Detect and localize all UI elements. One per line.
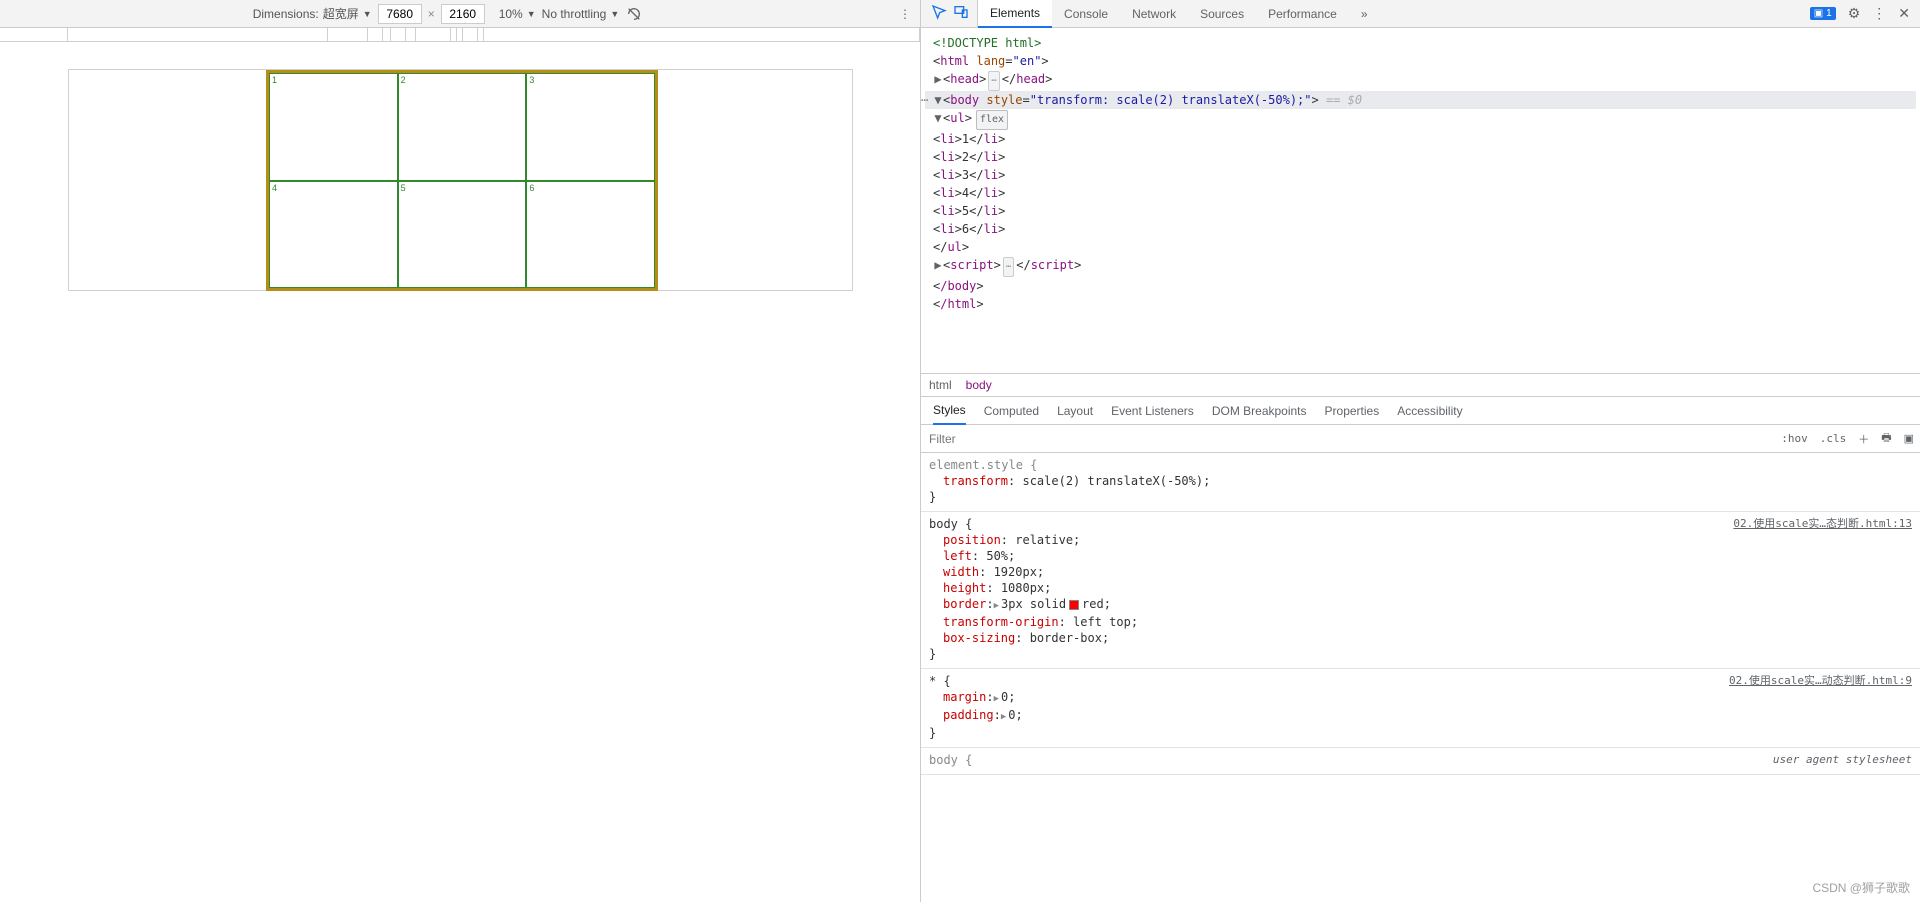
tab-dom-breakpoints[interactable]: DOM Breakpoints (1212, 398, 1307, 424)
expand-shorthand-icon[interactable]: ▶ (1001, 709, 1006, 725)
zoom-select[interactable]: 10% ▼ (499, 7, 536, 21)
issues-count: 1 (1826, 8, 1832, 19)
grid-cell: 5 (398, 181, 527, 289)
chevron-down-icon: ▼ (527, 9, 536, 19)
ruler (0, 28, 920, 42)
device-toolbar-menu-icon[interactable]: ⋮ (896, 5, 914, 23)
crumb-html[interactable]: html (929, 378, 952, 392)
toggle-print-icon[interactable]: 🖶 (1875, 429, 1897, 448)
tab-elements[interactable]: Elements (978, 0, 1052, 28)
grid-cell: 1 (269, 73, 398, 181)
styles-tabbar: Styles Computed Layout Event Listeners D… (921, 397, 1920, 425)
grid-cell: 2 (398, 73, 527, 181)
tab-event-listeners[interactable]: Event Listeners (1111, 398, 1194, 424)
grid-ul: 1 2 3 4 5 6 (269, 73, 655, 288)
device-preview-pane: Dimensions: 超宽屏 ▼ × 10% ▼ No throttling … (0, 0, 921, 902)
tab-performance[interactable]: Performance (1256, 1, 1349, 27)
inspect-icon[interactable] (931, 4, 947, 23)
styles-rules[interactable]: element.style { transform: scale(2) tran… (921, 453, 1920, 902)
issues-badge[interactable]: ▣1 (1810, 7, 1836, 20)
selected-body-node[interactable]: ▼<body style="transform: scale(2) transl… (925, 91, 1916, 109)
rule-body[interactable]: 02.使用scale实…态判断.html:13 body { position:… (921, 512, 1920, 669)
rotate-icon[interactable] (625, 5, 643, 23)
chevron-down-icon: ▼ (610, 9, 619, 19)
chat-icon: ▣ (1814, 8, 1823, 19)
grid-cell: 6 (526, 181, 655, 289)
grid-cell: 3 (526, 73, 655, 181)
caret-icon[interactable]: ▶ (933, 70, 943, 88)
doctype: <!DOCTYPE html> (933, 36, 1041, 50)
devtools-tabbar: Elements Console Network Sources Perform… (921, 0, 1920, 28)
hov-toggle[interactable]: :hov (1775, 432, 1814, 445)
dimensions-label: Dimensions: (253, 7, 319, 21)
device-name: 超宽屏 (323, 5, 359, 22)
tab-styles[interactable]: Styles (933, 397, 966, 425)
device-toggle-icon[interactable] (953, 4, 969, 23)
close-icon[interactable]: ✕ (1898, 5, 1910, 22)
page-body-frame: 1 2 3 4 5 6 (68, 69, 853, 291)
kebab-menu-icon[interactable]: ⋮ (1872, 5, 1886, 22)
rule-source-link[interactable]: 02.使用scale实…态判断.html:13 (1733, 516, 1912, 532)
grid-cell: 4 (269, 181, 398, 289)
devtools-pane: Elements Console Network Sources Perform… (921, 0, 1920, 902)
device-width-input[interactable] (378, 4, 422, 24)
tab-computed[interactable]: Computed (984, 398, 1039, 424)
new-rule-icon[interactable]: ＋ (1852, 431, 1875, 447)
flex-badge[interactable]: flex (976, 110, 1008, 130)
gear-icon[interactable]: ⚙ (1848, 5, 1861, 22)
rule-star[interactable]: 02.使用scale实…动态判断.html:9 * { margin:▶0; p… (921, 669, 1920, 748)
dom-tree[interactable]: <!DOCTYPE html> <html lang="en"> ▶<head>… (921, 28, 1920, 373)
chevron-down-icon: ▼ (363, 9, 372, 19)
zoom-value: 10% (499, 7, 523, 21)
caret-icon[interactable]: ▶ (933, 256, 943, 274)
tab-properties[interactable]: Properties (1325, 398, 1380, 424)
expand-shorthand-icon[interactable]: ▶ (994, 598, 999, 614)
rule-source-ua: user agent stylesheet (1773, 752, 1912, 768)
page-grid: 1 2 3 4 5 6 (266, 70, 658, 291)
tab-layout[interactable]: Layout (1057, 398, 1093, 424)
breadcrumb: html body (921, 373, 1920, 397)
toggle-panel-icon[interactable]: ▣ (1898, 432, 1920, 445)
tab-accessibility[interactable]: Accessibility (1397, 398, 1462, 424)
device-select[interactable]: Dimensions: 超宽屏 ▼ (253, 5, 372, 22)
tab-sources[interactable]: Sources (1188, 1, 1256, 27)
crumb-body[interactable]: body (966, 378, 992, 392)
tab-network[interactable]: Network (1120, 1, 1188, 27)
device-height-input[interactable] (441, 4, 485, 24)
rule-ua-body[interactable]: user agent stylesheet body { (921, 748, 1920, 775)
elements-panel: <!DOCTYPE html> <html lang="en"> ▶<head>… (921, 28, 1920, 902)
throttle-value: No throttling (542, 7, 607, 21)
styles-filter-input[interactable] (921, 428, 1775, 450)
expand-shorthand-icon[interactable]: ▶ (994, 691, 999, 707)
styles-filter-row: :hov .cls ＋ 🖶 ▣ (921, 425, 1920, 453)
cls-toggle[interactable]: .cls (1814, 432, 1853, 445)
dimension-x: × (428, 7, 435, 21)
caret-icon[interactable]: ▼ (933, 109, 943, 127)
tabs-overflow-icon[interactable]: » (1349, 1, 1380, 27)
throttle-select[interactable]: No throttling ▼ (542, 7, 620, 21)
rule-element-style[interactable]: element.style { transform: scale(2) tran… (921, 453, 1920, 512)
color-swatch[interactable] (1069, 600, 1079, 610)
device-toolbar: Dimensions: 超宽屏 ▼ × 10% ▼ No throttling … (0, 0, 920, 28)
caret-icon[interactable]: ▼ (933, 91, 943, 109)
tab-console[interactable]: Console (1052, 1, 1120, 27)
device-viewport: 1 2 3 4 5 6 (0, 42, 920, 902)
rule-source-link[interactable]: 02.使用scale实…动态判断.html:9 (1729, 673, 1912, 689)
